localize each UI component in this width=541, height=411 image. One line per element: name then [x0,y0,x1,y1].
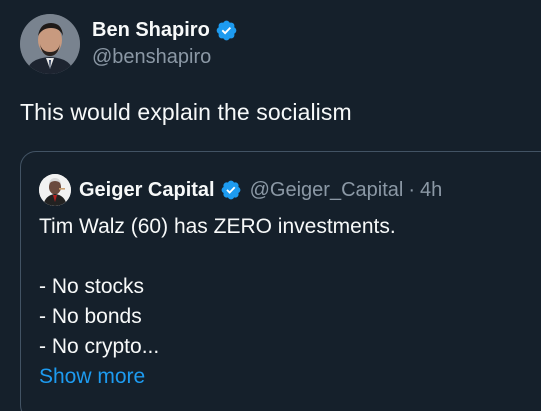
verified-badge-icon[interactable] [220,179,242,201]
quoted-tweet-timestamp[interactable]: 4h [420,179,442,202]
separator-dot: · [408,178,415,201]
tweet-text: This would explain the socialism [20,99,352,125]
quoted-tweet-card[interactable]: Geiger Capital @Geiger_Capital · 4h Tim … [20,151,541,411]
quoted-text-line [39,242,396,272]
quoted-tweet-text: Tim Walz (60) has ZERO investments. - No… [39,212,396,392]
verified-badge-icon[interactable] [215,19,238,42]
author-handle[interactable]: @benshapiro [92,46,238,69]
quoted-text-line: Tim Walz (60) has ZERO investments. [39,215,396,238]
tweet: Ben Shapiro @benshapiro This would expla… [0,0,541,411]
author-display-name[interactable]: Ben Shapiro [92,19,210,42]
author-avatar[interactable] [20,14,80,74]
display-name-row: Ben Shapiro [92,17,238,43]
author-names: Ben Shapiro @benshapiro [92,14,238,69]
person-avatar-icon [20,14,80,74]
quoted-text-line: - No crypto... [39,335,160,358]
tweet-author: Ben Shapiro @benshapiro [20,14,238,74]
quoted-text-line: - No stocks [39,275,145,298]
quoted-text-line: - No bonds [39,305,142,328]
quoted-author-handle[interactable]: @Geiger_Capital [250,179,404,202]
quoted-author-avatar[interactable] [39,174,71,206]
person-avatar-icon [39,174,71,206]
show-more-link[interactable]: Show more [39,362,396,392]
quoted-author-display-name[interactable]: Geiger Capital [79,179,215,202]
quoted-tweet-header: Geiger Capital @Geiger_Capital · 4h [39,174,442,206]
